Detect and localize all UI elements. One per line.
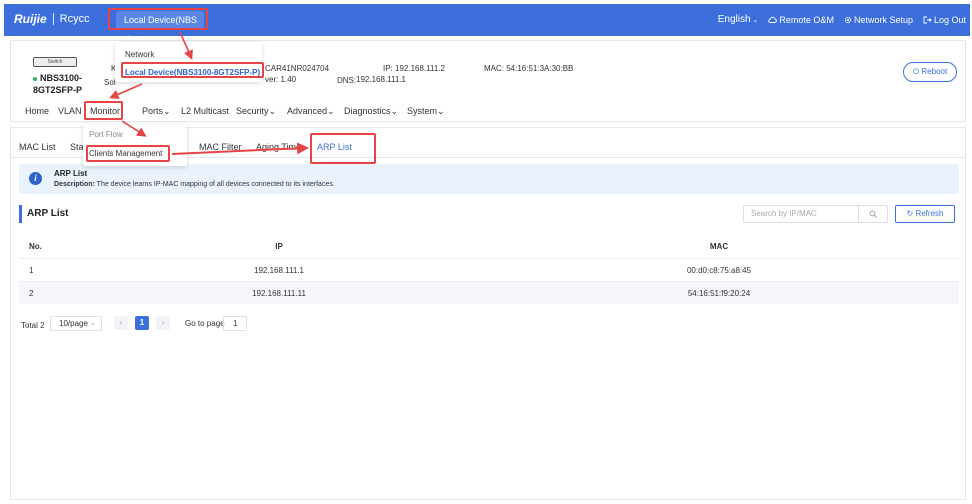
column-header-mac: MAC	[709, 241, 729, 251]
chevron-right-icon: ›	[161, 318, 165, 327]
column-header-ip: IP	[275, 241, 283, 251]
cell-mac: 00:d0:c8:75:a8:45	[686, 265, 752, 275]
nav-security-label: Security	[236, 106, 269, 116]
power-icon: ⏻	[912, 67, 920, 76]
table-row: 1 192.168.111.1 00:d0:c8:75:a8:45	[19, 258, 959, 281]
section-title: ARP List	[19, 205, 69, 223]
page-size-value: 10/page	[59, 319, 88, 328]
nav-security[interactable]: Security⌄	[236, 106, 276, 117]
device-name: NBS3100- 8GT2SFP-P	[33, 72, 82, 96]
device-name-line2: 8GT2SFP-P	[33, 85, 83, 95]
nav-ports-label: Ports	[142, 106, 164, 116]
software-version: ver: 1.40	[265, 75, 297, 84]
table-row: 2 192.168.111.11 54:16:51:f9:20:24	[19, 281, 959, 304]
chevron-down-icon: ⌄	[752, 16, 759, 24]
highlight-clients-management	[86, 145, 170, 162]
tab-mac-filter[interactable]: MAC Filter	[199, 142, 242, 152]
goto-page-input[interactable]: 1	[223, 316, 247, 331]
tab-aging-time[interactable]: Aging Time	[256, 142, 301, 152]
chevron-down-icon: ⌄	[390, 106, 399, 116]
cell-ip: 192.168.111.1	[254, 265, 304, 275]
logout-icon	[923, 16, 932, 23]
refresh-button[interactable]: ↻ Refresh	[895, 205, 955, 223]
content-card: MAC List Stat MAC Filter Aging Time ARP …	[10, 127, 966, 500]
cloud-icon	[768, 16, 778, 23]
logo-divider	[52, 13, 54, 25]
switch-image: Switch	[33, 57, 77, 67]
chevron-down-icon: ⌄	[437, 106, 445, 116]
cell-no: 1	[29, 265, 34, 275]
nav-system[interactable]: System⌄	[407, 106, 445, 117]
reboot-label: Reboot	[921, 67, 948, 76]
table-header: No. IP MAC	[19, 234, 959, 258]
chevron-down-icon: ⌄	[163, 106, 171, 116]
search-icon	[869, 210, 877, 218]
network-setup-label: Network Setup	[853, 14, 913, 25]
cell-mac: 54:16:51:f9:20:24	[687, 288, 751, 298]
dns-label: DNS:	[337, 76, 357, 85]
dropdown-item-network[interactable]: Network	[125, 50, 154, 59]
tab-mac-list[interactable]: MAC List	[19, 142, 56, 152]
page-1-button[interactable]: 1	[135, 316, 149, 330]
gear-icon	[844, 16, 852, 23]
nav-vlan[interactable]: VLAN	[58, 106, 82, 116]
reboot-button[interactable]: ⏻ Reboot	[903, 62, 957, 82]
description-notice: i ARP List Description: The device learn…	[19, 164, 959, 194]
remote-om-link[interactable]: Remote O&M	[768, 15, 834, 25]
next-page-button[interactable]: ›	[156, 316, 170, 330]
nav-l2-multicast[interactable]: L2 Multicast	[181, 106, 229, 116]
cell-ip: 192.168.111.11	[252, 288, 306, 298]
nav-system-label: System	[407, 106, 438, 116]
logo-text: Ruijie	[14, 12, 47, 26]
top-right-menu: English ⌄ Remote O&M Network Setup Log O…	[718, 14, 966, 25]
dns-value: 192.168.111.1	[356, 75, 406, 84]
search-placeholder: Search by IP/MAC	[751, 209, 817, 218]
device-ip: IP: 192.168.111.2	[383, 64, 445, 73]
highlight-monitor	[84, 101, 123, 120]
chevron-down-icon: ⌄	[90, 320, 96, 327]
refresh-label: Refresh	[915, 209, 944, 218]
chevron-down-icon: ⌄	[327, 106, 335, 116]
dropdown-item-port-flow[interactable]: Port Flow	[89, 130, 123, 139]
logout-link[interactable]: Log Out	[923, 15, 966, 25]
chevron-down-icon: ⌄	[268, 106, 277, 116]
serial-number: CAR41NR024704	[265, 64, 330, 73]
logo: Ruijie Rcycc	[14, 12, 90, 26]
switch-image-label: Switch	[47, 59, 63, 65]
notice-description: Description: The device learns IP-MAC ma…	[54, 181, 335, 188]
notice-title: ARP List	[54, 169, 88, 178]
nav-diagnostics-label: Diagnostics	[344, 106, 391, 116]
chevron-left-icon: ‹	[119, 318, 123, 327]
highlight-arp-list-tab	[310, 133, 376, 164]
remote-om-label: Remote O&M	[779, 14, 834, 25]
nav-ports[interactable]: Ports⌄	[142, 106, 171, 117]
network-setup-link[interactable]: Network Setup	[844, 15, 913, 25]
nav-advanced[interactable]: Advanced⌄	[287, 106, 335, 117]
cell-no: 2	[29, 288, 34, 298]
refresh-icon: ↻	[906, 209, 914, 218]
nav-diagnostics[interactable]: Diagnostics⌄	[344, 106, 398, 117]
device-name-line1: NBS3100-	[40, 73, 83, 83]
column-header-no: No.	[29, 241, 42, 251]
notice-desc-label: Description:	[54, 181, 95, 188]
language-select[interactable]: English ⌄	[718, 14, 759, 25]
notice-desc-text: The device learns IP-MAC mapping of all …	[96, 181, 335, 188]
logout-label: Log Out	[933, 14, 966, 25]
language-label: English	[717, 14, 751, 25]
nav-home[interactable]: Home	[25, 106, 49, 116]
nav-advanced-label: Advanced	[287, 106, 328, 116]
page-size-select[interactable]: 10/page ⌄	[50, 316, 102, 331]
search-button[interactable]	[858, 205, 888, 223]
goto-label: Go to page	[185, 319, 225, 328]
highlight-device-button	[108, 8, 208, 30]
logo-sub-text: Rcycc	[59, 13, 90, 25]
info-icon: i	[29, 172, 42, 185]
search-input[interactable]: Search by IP/MAC	[743, 205, 859, 223]
prev-page-button[interactable]: ‹	[114, 316, 128, 330]
arp-table: No. IP MAC 1 192.168.111.1 00:d0:c8:75:a…	[19, 234, 959, 304]
device-mac: MAC: 54:16:51:3A:30:BB	[484, 64, 574, 73]
highlight-local-device	[121, 62, 264, 78]
total-count: Total 2	[21, 320, 45, 330]
online-status-dot	[33, 76, 37, 81]
